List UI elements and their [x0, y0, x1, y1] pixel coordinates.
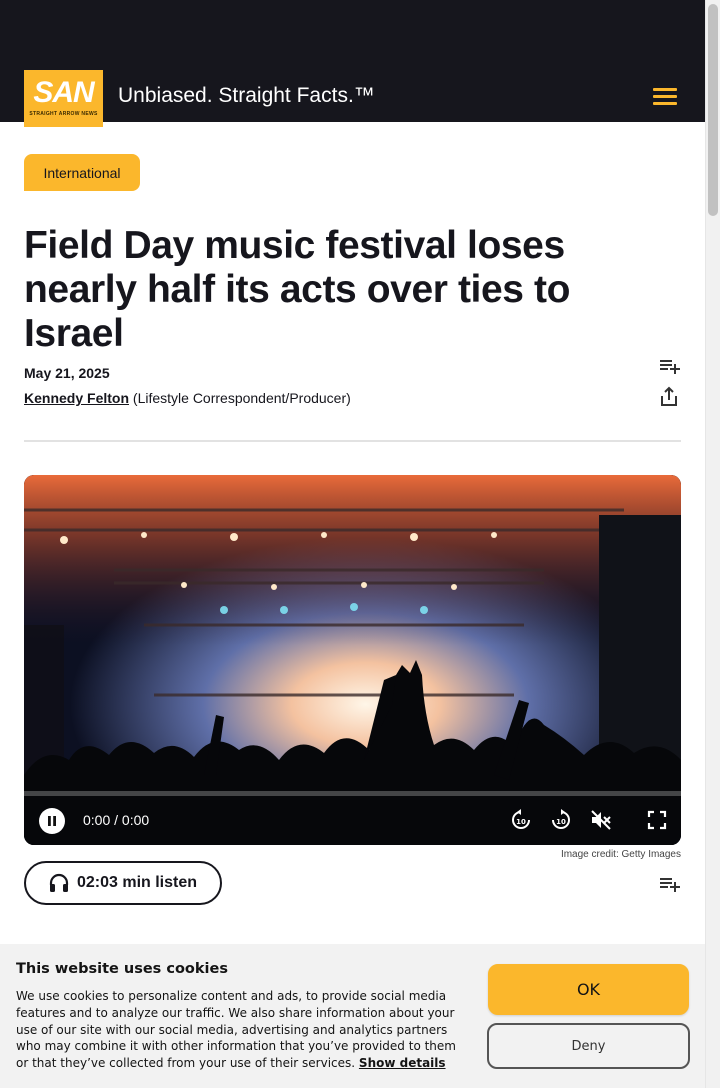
page: SAN STRAIGHT ARROW NEWS Unbiased. Straig… [0, 0, 705, 1088]
cookie-text: We use cookies to personalize content an… [16, 988, 462, 1072]
playlist-add-icon[interactable] [657, 872, 681, 896]
show-details-link[interactable]: Show details [359, 1056, 446, 1070]
share-icon[interactable] [657, 385, 681, 409]
svg-text:10: 10 [516, 818, 526, 826]
logo-text: SAN [33, 76, 94, 109]
logo-subtext: STRAIGHT ARROW NEWS [29, 111, 98, 117]
cookie-title: This website uses cookies [16, 961, 228, 977]
site-tagline: Unbiased. Straight Facts.™ [118, 84, 375, 107]
scrollbar-thumb[interactable] [708, 4, 718, 216]
listen-label: 02:03 min listen [76, 874, 198, 891]
pause-icon[interactable] [38, 807, 66, 835]
cookie-deny-button[interactable]: Deny [487, 1023, 690, 1069]
page-scrollbar[interactable] [705, 0, 720, 1088]
hamburger-menu-icon[interactable] [651, 86, 679, 106]
author-role: (Lifestyle Correspondent/Producer) [132, 390, 351, 406]
cookie-banner: This website uses cookies We use cookies… [0, 944, 705, 1088]
san-logo[interactable]: SAN STRAIGHT ARROW NEWS [24, 70, 103, 127]
meta-divider [24, 440, 681, 442]
byline: Kennedy Felton (Lifestyle Correspondent/… [24, 390, 351, 406]
video-progress-bar[interactable] [24, 791, 681, 796]
listen-button[interactable]: 02:03 min listen [24, 861, 222, 905]
article-date: May 21, 2025 [24, 365, 110, 381]
article-headline: Field Day music festival loses nearly ha… [24, 224, 571, 355]
playlist-add-icon[interactable] [657, 354, 681, 378]
concert-image [24, 475, 681, 845]
volume-muted-icon[interactable] [589, 808, 613, 832]
author-link[interactable]: Kennedy Felton [24, 390, 129, 406]
rewind-10-icon[interactable]: 10 [509, 808, 533, 832]
site-header: SAN STRAIGHT ARROW NEWS Unbiased. Straig… [0, 0, 705, 127]
video-time-display: 0:00 / 0:00 [83, 812, 150, 828]
forward-10-icon[interactable]: 10 [549, 808, 573, 832]
category-tag[interactable]: International [24, 154, 140, 191]
svg-text:10: 10 [556, 818, 566, 826]
headphones-icon [49, 873, 69, 892]
image-credit: Image credit: Getty Images [560, 849, 681, 860]
video-player[interactable]: 0:00 / 0:00 10 10 [24, 475, 681, 845]
cookie-ok-button[interactable]: OK [488, 964, 689, 1015]
fullscreen-icon[interactable] [645, 808, 669, 832]
